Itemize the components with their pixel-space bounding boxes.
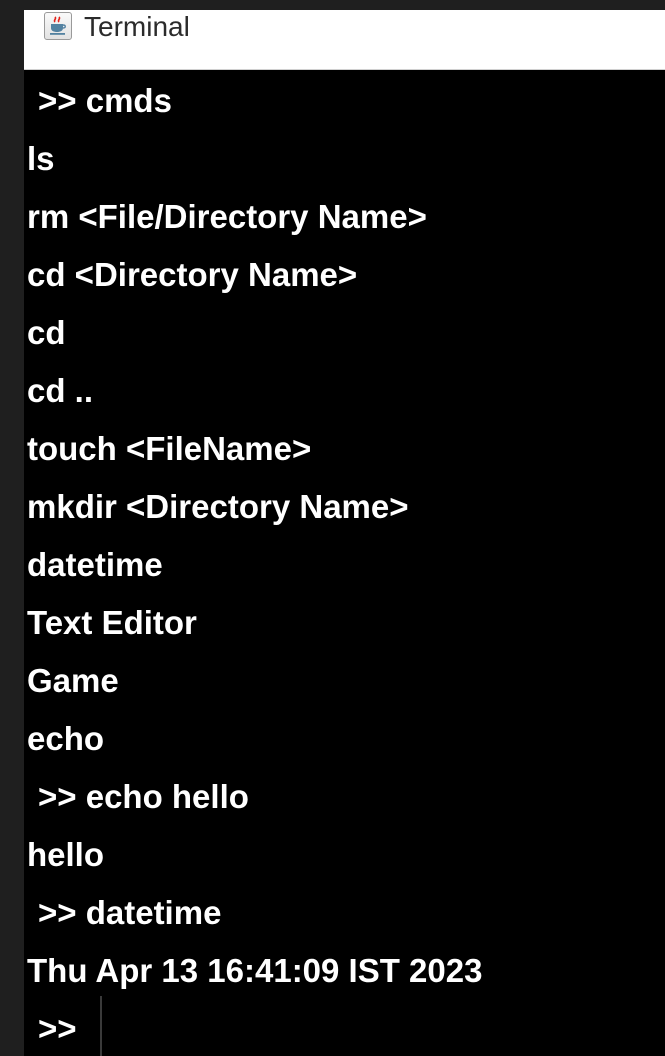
console-line: datetime bbox=[27, 546, 163, 583]
desktop: Terminal >> cmds ls rm <File/Directory N… bbox=[0, 0, 665, 1056]
console-line: cd <Directory Name> bbox=[27, 256, 358, 293]
text-cursor bbox=[100, 996, 102, 1056]
window-title: Terminal bbox=[84, 11, 190, 42]
console-line: cd .. bbox=[27, 372, 94, 409]
console-line: Text Editor bbox=[27, 604, 197, 641]
console-line: >> datetime bbox=[38, 894, 222, 931]
console-line: mkdir <Directory Name> bbox=[27, 488, 409, 525]
command-prompt[interactable]: >> bbox=[38, 1000, 77, 1056]
console-line: >> echo hello bbox=[38, 778, 249, 815]
terminal-window: Terminal >> cmds ls rm <File/Directory N… bbox=[24, 10, 665, 1056]
java-cup-icon bbox=[44, 12, 72, 40]
console-line: echo bbox=[27, 720, 105, 757]
console-line: Game bbox=[27, 662, 119, 699]
console-line: cd bbox=[27, 314, 66, 351]
console-line: Thu Apr 13 16:41:09 IST 2023 bbox=[27, 952, 483, 989]
title-bar[interactable]: Terminal bbox=[24, 10, 665, 70]
console-line: >> cmds bbox=[38, 82, 172, 119]
terminal-output[interactable]: >> cmds ls rm <File/Directory Name> cd <… bbox=[24, 70, 665, 1056]
console-line: ls bbox=[27, 140, 55, 177]
console-line: hello bbox=[27, 836, 105, 873]
console-line: rm <File/Directory Name> bbox=[27, 198, 427, 235]
console-line: touch <FileName> bbox=[27, 430, 312, 467]
